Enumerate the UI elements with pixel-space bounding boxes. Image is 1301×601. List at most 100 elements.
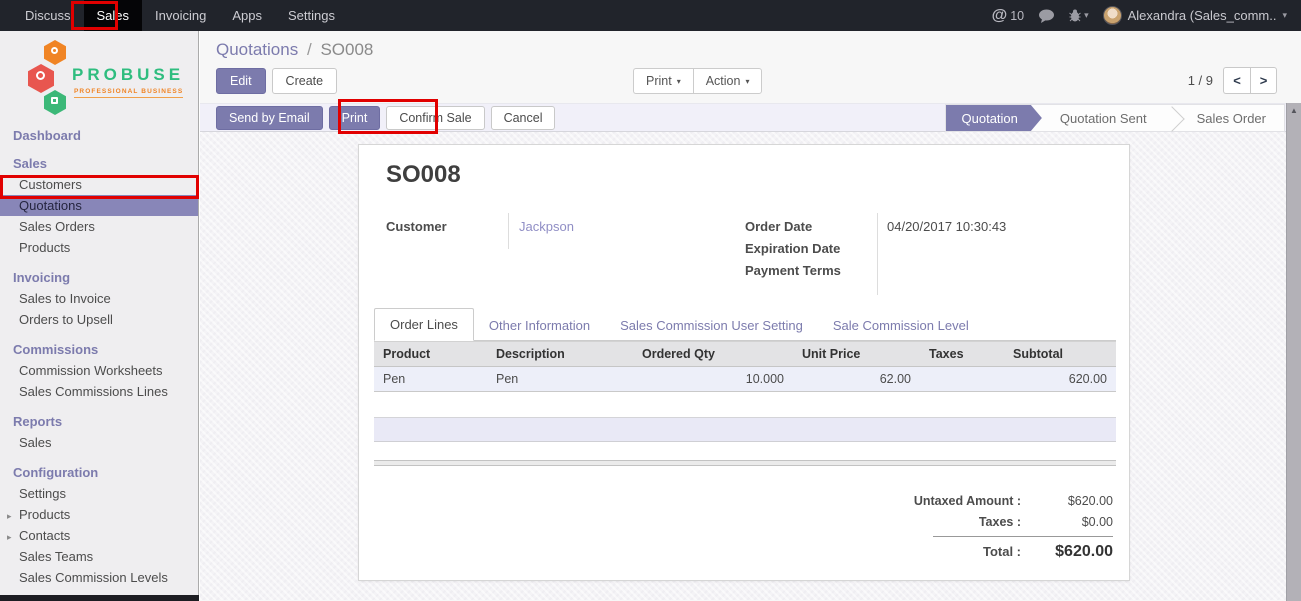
sidebar-heading-commissions[interactable]: Commissions xyxy=(0,339,198,360)
sidebar-item-config-contacts[interactable]: ▸ Contacts xyxy=(0,525,198,546)
action-dropdowns: Print ▾ Action ▾ xyxy=(633,68,762,94)
page-title: SO008 xyxy=(386,161,461,189)
company-logo[interactable]: PROBUSE PROFESSIONAL BUSINESS xyxy=(14,39,190,117)
bug-icon xyxy=(1069,9,1081,22)
control-panel: Quotations / SO008 Edit Create Print ▾ A… xyxy=(200,31,1301,103)
sidebar-item-sales-commission-levels[interactable]: Sales Commission Levels xyxy=(0,567,198,588)
logo-case-detail xyxy=(51,97,58,104)
totals-divider xyxy=(933,536,1113,537)
col-unit-price: Unit Price xyxy=(793,342,920,367)
print-dropdown[interactable]: Print ▾ xyxy=(633,68,693,94)
sidebar-item-sales-teams[interactable]: Sales Teams xyxy=(0,546,198,567)
nav-apps[interactable]: Apps xyxy=(219,0,275,31)
col-subtotal: Subtotal xyxy=(1004,342,1116,367)
sidebar-item-customers[interactable]: Customers xyxy=(0,174,198,195)
nav-sales[interactable]: Sales xyxy=(84,0,143,31)
customer-value-link[interactable]: Jackpson xyxy=(519,219,574,234)
messages-button[interactable] xyxy=(1038,9,1055,23)
user-name: Alexandra (Sales_comm.. xyxy=(1128,8,1277,23)
payment-terms-label: Payment Terms xyxy=(745,263,841,278)
stage-chevron-icon xyxy=(1165,105,1179,131)
col-ordered-qty: Ordered Qty xyxy=(633,342,793,367)
notebook-tabs: Order Lines Other Information Sales Comm… xyxy=(374,308,1116,341)
debug-menu-button[interactable]: ▾ xyxy=(1069,9,1089,22)
customer-label: Customer xyxy=(386,219,447,234)
sidebar-item-sales-commissions-lines[interactable]: Sales Commissions Lines xyxy=(0,381,198,402)
cell-unit-price: 62.00 xyxy=(793,367,920,392)
cell-product: Pen xyxy=(374,367,487,392)
sidebar-item-commission-worksheets[interactable]: Commission Worksheets xyxy=(0,360,198,381)
workflow-buttons: Send by Email Print Confirm Sale Cancel xyxy=(216,106,555,130)
sidebar-item-label: Products xyxy=(19,507,70,522)
tab-order-lines[interactable]: Order Lines xyxy=(374,308,474,341)
breadcrumb-separator: / xyxy=(307,40,312,59)
sidebar-heading-reports[interactable]: Reports xyxy=(0,411,198,432)
topbar-right-tools: @ 10 ▾ Alexandra (Sales_comm.. ▾ xyxy=(992,0,1301,31)
logo-lens-detail xyxy=(36,71,45,80)
send-by-email-button[interactable]: Send by Email xyxy=(216,106,323,130)
pager-counter: 1 / 9 xyxy=(1188,73,1213,88)
sidebar-nav: Dashboard Sales Customers Quotations Sal… xyxy=(0,125,198,588)
sidebar-heading-configuration[interactable]: Configuration xyxy=(0,462,198,483)
nav-settings[interactable]: Settings xyxy=(275,0,348,31)
sidebar-heading-invoicing[interactable]: Invoicing xyxy=(0,267,198,288)
untaxed-amount-value: $620.00 xyxy=(1021,494,1113,508)
top-navbar: Discuss Sales Invoicing Apps Settings @ … xyxy=(0,0,1301,31)
stage-quotation-sent[interactable]: Quotation Sent xyxy=(1042,105,1165,131)
breadcrumb-quotations[interactable]: Quotations xyxy=(216,40,298,59)
sidebar-item-reports-sales[interactable]: Sales xyxy=(0,432,198,453)
expiration-date-label: Expiration Date xyxy=(745,241,840,256)
edit-button[interactable]: Edit xyxy=(216,68,266,94)
tab-other-information[interactable]: Other Information xyxy=(474,310,605,341)
col-product: Product xyxy=(374,342,487,367)
chevron-down-icon: ▾ xyxy=(1084,10,1089,21)
col-taxes: Taxes xyxy=(920,342,1004,367)
create-button[interactable]: Create xyxy=(272,68,338,94)
sidebar-item-sales-orders[interactable]: Sales Orders xyxy=(0,216,198,237)
mention-icon: @ xyxy=(992,7,1008,25)
main-region: Quotations / SO008 Edit Create Print ▾ A… xyxy=(200,31,1301,601)
sidebar-item-settings[interactable]: Settings xyxy=(0,483,198,504)
action-dropdown[interactable]: Action ▾ xyxy=(693,68,763,94)
untaxed-amount-label: Untaxed Amount : xyxy=(914,494,1021,508)
nav-discuss[interactable]: Discuss xyxy=(12,0,84,31)
print-button[interactable]: Print xyxy=(329,106,381,130)
sidebar: PROBUSE PROFESSIONAL BUSINESS Dashboard … xyxy=(0,31,199,595)
breadcrumb: Quotations / SO008 xyxy=(216,40,373,60)
sidebar-heading-sales[interactable]: Sales xyxy=(0,155,198,174)
sidebar-item-orders-to-upsell[interactable]: Orders to Upsell xyxy=(0,309,198,330)
chat-bubble-icon xyxy=(1038,9,1055,23)
pager-next-button[interactable]: > xyxy=(1250,67,1277,94)
order-date-value: 04/20/2017 10:30:43 xyxy=(887,219,1006,234)
print-dropdown-label: Print xyxy=(646,74,672,88)
statusbar: Send by Email Print Confirm Sale Cancel … xyxy=(200,103,1301,132)
top-menu-list: Discuss Sales Invoicing Apps Settings xyxy=(12,0,348,31)
sidebar-item-products[interactable]: Products xyxy=(0,237,198,258)
mention-count: 10 xyxy=(1010,9,1024,23)
nav-invoicing[interactable]: Invoicing xyxy=(142,0,219,31)
scroll-up-arrow-icon: ▲ xyxy=(1287,103,1301,115)
tab-sales-commission-user-setting[interactable]: Sales Commission User Setting xyxy=(605,310,818,341)
sidebar-item-sales-to-invoice[interactable]: Sales to Invoice xyxy=(0,288,198,309)
section-divider xyxy=(374,460,1116,466)
sidebar-heading-dashboard[interactable]: Dashboard xyxy=(0,125,198,146)
table-row[interactable]: Pen Pen 10.000 62.00 620.00 xyxy=(374,367,1116,392)
tab-sale-commission-level[interactable]: Sale Commission Level xyxy=(818,310,984,341)
pager-previous-button[interactable]: < xyxy=(1223,67,1250,94)
sidebar-footer-bar xyxy=(0,595,199,601)
sidebar-item-quotations[interactable]: Quotations xyxy=(0,195,198,216)
vertical-scrollbar[interactable]: ▲ xyxy=(1286,103,1301,601)
user-menu[interactable]: Alexandra (Sales_comm.. ▾ xyxy=(1103,6,1287,25)
chevron-down-icon: ▾ xyxy=(745,77,749,86)
mentions-button[interactable]: @ 10 xyxy=(992,7,1025,25)
confirm-sale-button[interactable]: Confirm Sale xyxy=(386,106,484,130)
empty-line-strip[interactable] xyxy=(374,417,1116,442)
order-date-label: Order Date xyxy=(745,219,812,234)
cancel-button[interactable]: Cancel xyxy=(491,106,556,130)
stage-quotation[interactable]: Quotation xyxy=(946,105,1042,131)
pager: 1 / 9 < > xyxy=(1188,67,1277,94)
taxes-value: $0.00 xyxy=(1021,515,1113,529)
stage-sales-order[interactable]: Sales Order xyxy=(1179,105,1284,131)
cell-subtotal: 620.00 xyxy=(1004,367,1116,392)
sidebar-item-config-products[interactable]: ▸ Products xyxy=(0,504,198,525)
